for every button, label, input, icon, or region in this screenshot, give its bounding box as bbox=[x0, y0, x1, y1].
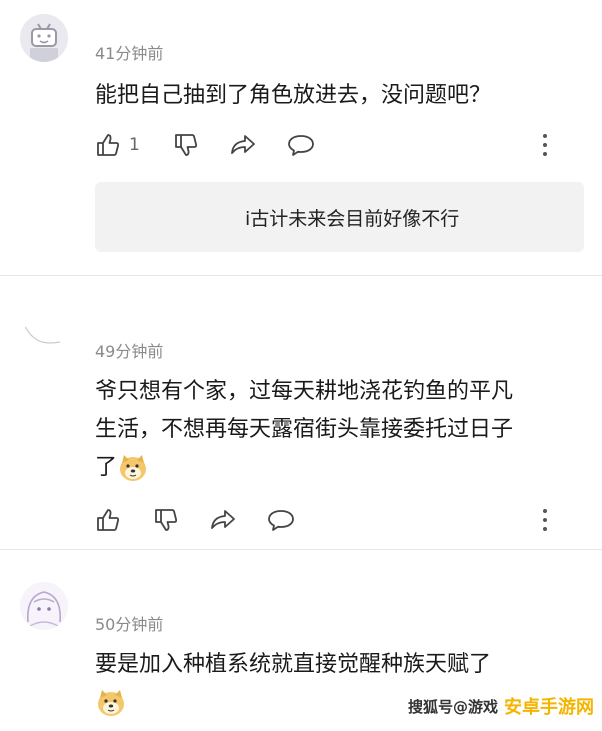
comment-line: 生活，不想再每天露宿街头靠接委托过日子 bbox=[95, 417, 514, 442]
comment-time: 50分钟前 bbox=[95, 615, 164, 634]
comment-icon bbox=[288, 135, 314, 156]
dislike-button[interactable] bbox=[173, 130, 199, 160]
watermark: 搜狐号@游戏 安卓手游网 bbox=[408, 693, 594, 719]
reply-button[interactable] bbox=[267, 505, 295, 535]
comment-item-1: 41分钟前 能把自己抽到了角色放进去，没问题吧？ 1 i古计未来会目前好像不行 bbox=[0, 0, 602, 276]
comment-line-last: 了 bbox=[95, 449, 575, 487]
thumbs-up-icon bbox=[97, 509, 120, 531]
thumbs-up-icon bbox=[97, 134, 120, 156]
share-button[interactable] bbox=[229, 130, 257, 160]
comment-time: 41分钟前 bbox=[95, 44, 164, 63]
share-icon bbox=[231, 135, 255, 154]
like-button[interactable]: 1 bbox=[95, 130, 140, 160]
comment-text: 爷只想有个家，过每天耕地浇花钓鱼的平凡 生活，不想再每天露宿街头靠接委托过日子 … bbox=[95, 373, 575, 487]
dislike-button[interactable] bbox=[153, 505, 179, 535]
share-button[interactable] bbox=[209, 505, 237, 535]
reply-preview[interactable]: i古计未来会目前好像不行 bbox=[95, 182, 584, 252]
comment-line: 要是加入种植系统就直接觉醒种族天赋了 bbox=[95, 652, 492, 677]
reply-button[interactable] bbox=[287, 130, 315, 160]
sketch-avatar-icon bbox=[23, 323, 61, 344]
more-vertical-icon bbox=[543, 509, 547, 513]
more-menu-button[interactable] bbox=[541, 130, 549, 160]
avatar[interactable] bbox=[20, 14, 68, 62]
doge-emoji-icon bbox=[95, 688, 127, 718]
comment-line: 爷只想有个家，过每天耕地浇花钓鱼的平凡 bbox=[95, 379, 514, 404]
more-vertical-icon bbox=[543, 134, 547, 138]
anime-avatar-icon bbox=[20, 582, 68, 630]
comment-text: 能把自己抽到了角色放进去，没问题吧？ bbox=[95, 83, 492, 108]
share-icon bbox=[211, 510, 235, 529]
comment-time: 49分钟前 bbox=[95, 342, 164, 361]
doge-emoji-icon bbox=[117, 453, 149, 483]
avatar[interactable] bbox=[20, 318, 68, 366]
comment-actions bbox=[95, 505, 575, 535]
comment-actions: 1 bbox=[95, 130, 575, 160]
like-button[interactable] bbox=[95, 505, 121, 535]
like-count: 1 bbox=[129, 135, 140, 155]
comment-icon bbox=[268, 510, 294, 531]
comment-item-2: 49分钟前 爷只想有个家，过每天耕地浇花钓鱼的平凡 生活，不想再每天露宿街头靠接… bbox=[0, 276, 602, 550]
reply-text: i古计未来会目前好像不行 bbox=[245, 207, 460, 230]
thumbs-down-icon bbox=[175, 134, 198, 156]
watermark-left: 搜狐号@游戏 bbox=[407, 697, 498, 716]
tv-avatar-icon bbox=[20, 14, 68, 62]
watermark-right: 安卓手游网 bbox=[504, 697, 594, 718]
avatar[interactable] bbox=[20, 582, 68, 630]
more-menu-button[interactable] bbox=[541, 505, 549, 535]
thumbs-down-icon bbox=[155, 509, 178, 531]
